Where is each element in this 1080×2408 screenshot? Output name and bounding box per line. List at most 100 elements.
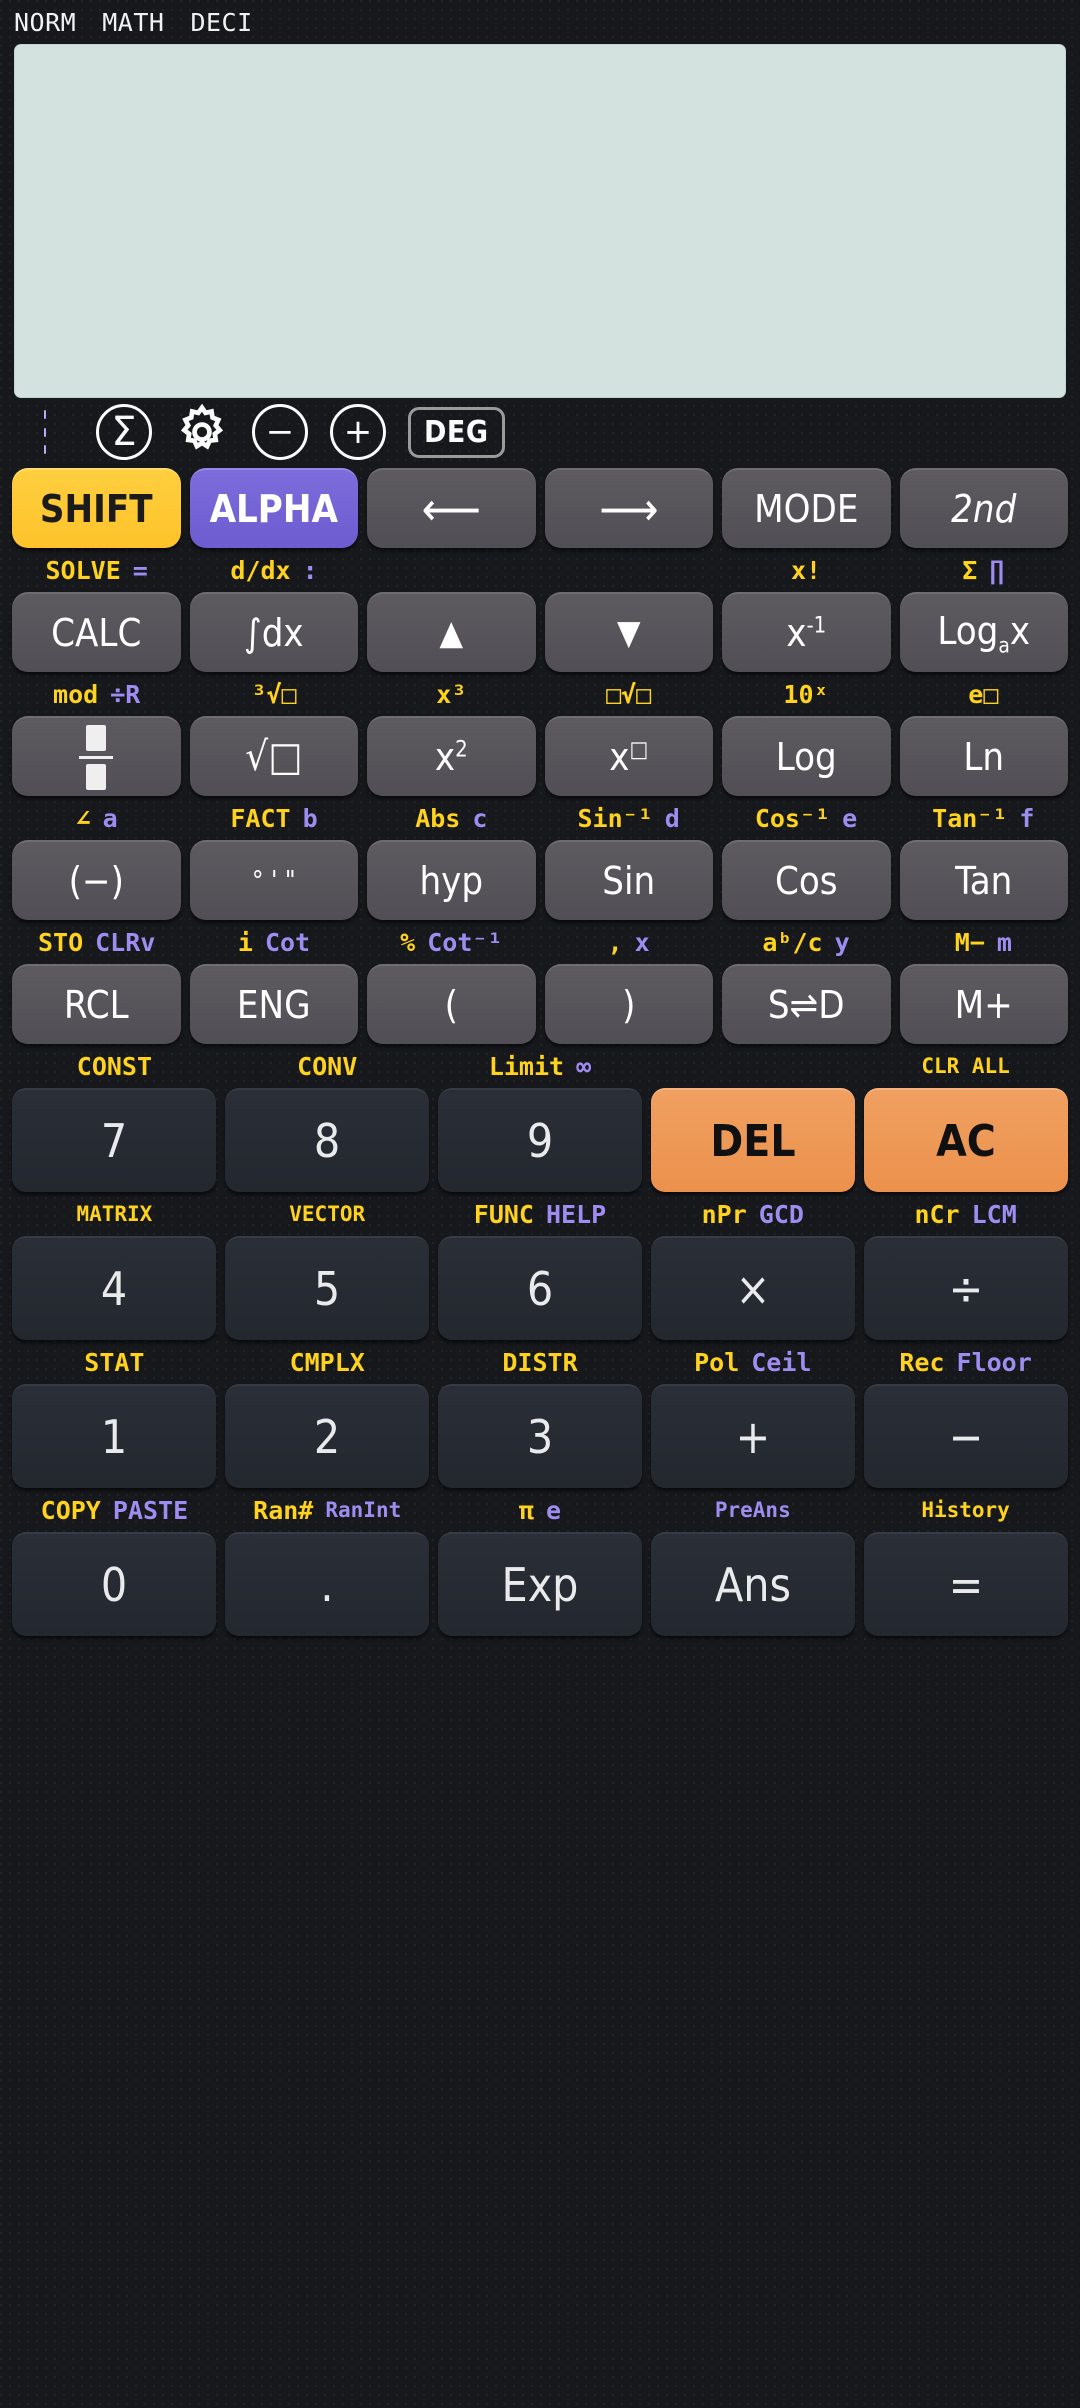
key-log[interactable]: Log [722, 716, 891, 796]
shift-label-vector[interactable]: VECTOR [289, 1202, 365, 1226]
shift-label-history[interactable]: History [921, 1498, 1010, 1522]
shift-label-sin[interactable]: Sin⁻¹ [577, 804, 652, 833]
key-2nd[interactable]: 2nd [899, 468, 1068, 548]
key-ln[interactable]: Ln [899, 716, 1068, 796]
alpha-label-y[interactable]: y [835, 928, 850, 957]
alpha-label-cot[interactable]: Cot [265, 928, 310, 957]
shift-label-x[interactable]: x! [791, 556, 821, 585]
angle-unit-badge[interactable]: DEG [408, 406, 505, 458]
key-alpha[interactable]: ALPHA [189, 468, 358, 548]
key-1[interactable]: 1 [12, 1384, 216, 1488]
key-blank[interactable]: ▲ [367, 592, 536, 672]
key-5[interactable]: 5 [225, 1236, 429, 1340]
shift-label-ran[interactable]: Ran# [253, 1496, 313, 1525]
alpha-label-x[interactable]: x [635, 928, 650, 957]
shift-label-blank[interactable]: , [608, 928, 623, 957]
key-mode[interactable]: MODE [722, 468, 891, 548]
key-blank[interactable]: . [225, 1532, 429, 1636]
key-blank[interactable]: ÷ [864, 1236, 1068, 1340]
shift-label-mod[interactable]: mod [53, 680, 98, 709]
key-blank[interactable]: ▼ [544, 592, 713, 672]
shift-label-tan[interactable]: Tan⁻¹ [932, 804, 1007, 833]
gear-icon[interactable] [174, 404, 230, 460]
shift-label-npr[interactable]: nPr [702, 1200, 747, 1229]
key-x[interactable]: x□ [544, 716, 713, 796]
alpha-label-e[interactable]: e [546, 1496, 561, 1525]
shift-label-sto[interactable]: STO [38, 928, 83, 957]
key-blank[interactable]: ° ' " [189, 840, 358, 920]
key-blank[interactable]: (−) [12, 840, 181, 920]
shift-label-limit[interactable]: Limit [489, 1052, 564, 1081]
shift-label-blank[interactable]: ³√□ [251, 680, 296, 709]
alpha-label-ranint[interactable]: RanInt [325, 1498, 401, 1522]
shift-label-conv[interactable]: CONV [297, 1052, 357, 1081]
shift-label-d-dx[interactable]: d/dx [230, 556, 290, 585]
shift-label-blank[interactable]: π [519, 1496, 534, 1525]
key-x[interactable]: x2 [367, 716, 536, 796]
alpha-label-cot[interactable]: Cot⁻¹ [427, 928, 502, 957]
shift-label-blank[interactable]: % [400, 928, 415, 957]
shift-label-blank[interactable]: □√□ [606, 680, 651, 709]
key-blank[interactable]: √□ [189, 716, 358, 796]
alpha-label-c[interactable]: c [472, 804, 487, 833]
key-eng[interactable]: ENG [189, 964, 358, 1044]
shift-label-a-c[interactable]: aᵇ/c [762, 928, 822, 957]
key-calc[interactable]: CALC [12, 592, 181, 672]
shift-label-matrix[interactable]: MATRIX [76, 1202, 152, 1226]
key-blank[interactable]: − [864, 1384, 1068, 1488]
key-blank[interactable]: ⟶ [544, 468, 713, 548]
alpha-label-gcd[interactable]: GCD [759, 1200, 804, 1229]
alpha-label-paste[interactable]: PASTE [113, 1496, 188, 1525]
alpha-label-d[interactable]: d [665, 804, 680, 833]
key-rcl[interactable]: RCL [12, 964, 181, 1044]
alpha-label-lcm[interactable]: LCM [972, 1200, 1017, 1229]
shift-label-copy[interactable]: COPY [41, 1496, 101, 1525]
alpha-label-a[interactable]: a [103, 804, 118, 833]
key-m[interactable]: M+ [899, 964, 1068, 1044]
key-ac[interactable]: AC [864, 1088, 1068, 1192]
shift-label-stat[interactable]: STAT [84, 1348, 144, 1377]
key-blank[interactable]: ( [367, 964, 536, 1044]
shift-label-abs[interactable]: Abs [415, 804, 460, 833]
shift-label-i[interactable]: i [238, 928, 253, 957]
key-blank[interactable]: + [651, 1384, 855, 1488]
alpha-label-ceil[interactable]: Ceil [751, 1348, 811, 1377]
alpha-label-clrv[interactable]: CLRv [95, 928, 155, 957]
key-dx[interactable]: ∫dx [189, 592, 358, 672]
shift-label-const[interactable]: CONST [77, 1052, 152, 1081]
minus-circle-icon[interactable]: − [252, 404, 308, 460]
key-exp[interactable]: Exp [438, 1532, 642, 1636]
key-2[interactable]: 2 [225, 1384, 429, 1488]
alpha-label-blank[interactable]: = [133, 556, 148, 585]
shift-label-e[interactable]: e□ [968, 680, 998, 709]
shift-label-10[interactable]: 10ˣ [783, 680, 828, 709]
key-fraction-icon[interactable] [12, 716, 181, 796]
shift-label-func[interactable]: FUNC [474, 1200, 534, 1229]
shift-label-fact[interactable]: FACT [230, 804, 290, 833]
key-shift[interactable]: SHIFT [12, 468, 181, 548]
key-cos[interactable]: Cos [722, 840, 891, 920]
key-blank[interactable]: × [651, 1236, 855, 1340]
key-4[interactable]: 4 [12, 1236, 216, 1340]
shift-label-blank[interactable]: Σ [962, 556, 977, 585]
shift-label-solve[interactable]: SOLVE [46, 556, 121, 585]
shift-label-m[interactable]: M− [955, 928, 985, 957]
alpha-label-r[interactable]: ÷R [110, 680, 140, 709]
calculator-display[interactable] [14, 44, 1066, 398]
shift-label-cos[interactable]: Cos⁻¹ [755, 804, 830, 833]
shift-label-ncr[interactable]: nCr [914, 1200, 959, 1229]
alpha-label-f[interactable]: f [1019, 804, 1034, 833]
key-ans[interactable]: Ans [651, 1532, 855, 1636]
key-sin[interactable]: Sin [544, 840, 713, 920]
key-s-d[interactable]: S⇌D [722, 964, 891, 1044]
key-hyp[interactable]: hyp [367, 840, 536, 920]
sigma-icon[interactable]: Σ [96, 404, 152, 460]
key-blank[interactable]: ) [544, 964, 713, 1044]
alpha-label-floor[interactable]: Floor [957, 1348, 1032, 1377]
alpha-label-e[interactable]: e [842, 804, 857, 833]
alpha-label-preans[interactable]: PreAns [715, 1498, 791, 1522]
shift-label-pol[interactable]: Pol [694, 1348, 739, 1377]
menu-icon[interactable] [16, 410, 74, 454]
key-3[interactable]: 3 [438, 1384, 642, 1488]
alpha-label-blank[interactable]: ∏ [989, 556, 1004, 585]
